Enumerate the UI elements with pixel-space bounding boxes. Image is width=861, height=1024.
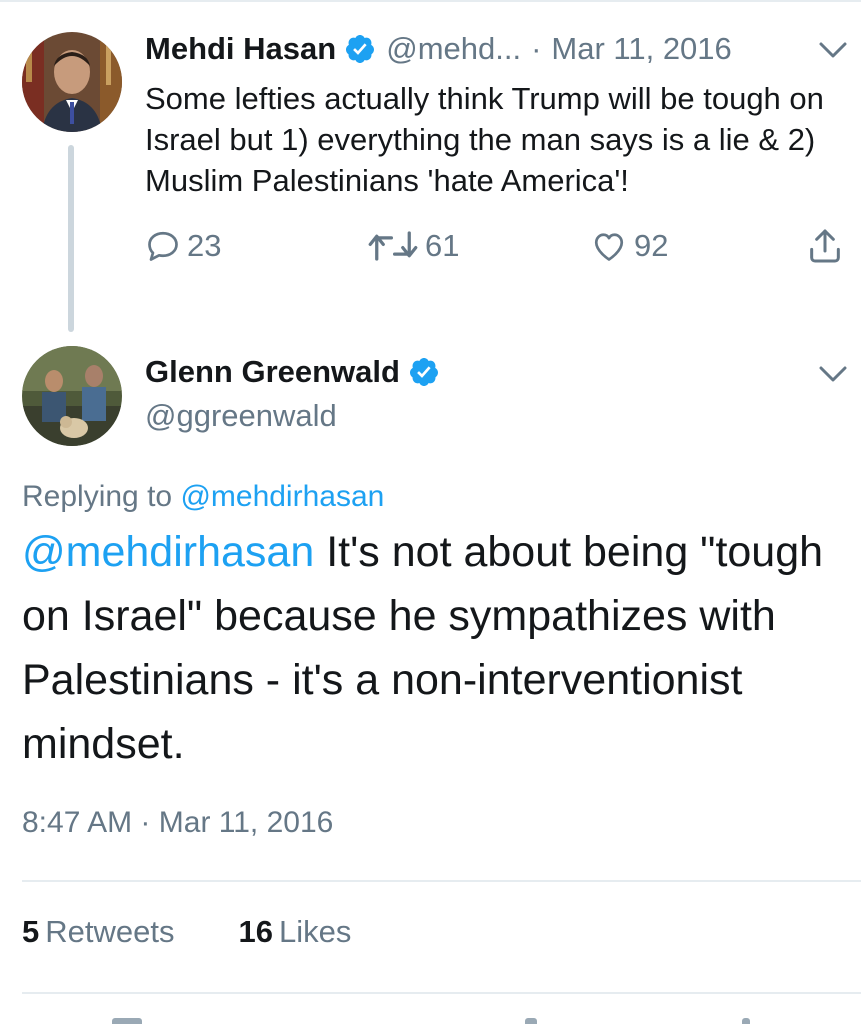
top-divider [0,0,861,2]
like-button[interactable]: 92 [590,226,668,266]
share-icon[interactable] [742,1018,750,1024]
tweet-date: Mar 11, 2016 [158,806,334,839]
mention-link[interactable]: @mehdirhasan [22,528,314,576]
tweet-text: Some lefties actually think Trump will b… [145,81,824,198]
divider [22,992,861,994]
reply-button[interactable]: 23 [145,226,221,266]
author-name[interactable]: Glenn Greenwald [145,354,400,390]
tweet-header: Mehdi Hasan @mehd... · Mar 11, 2016 [145,28,845,70]
tweet-text: @mehdirhasan It's not about being "tough… [22,520,852,776]
replying-to-link[interactable]: @mehdirhasan [180,480,384,513]
replying-to: Replying to @mehdirhasan [22,480,384,514]
thread-line [68,145,74,332]
reply-icon [148,231,178,261]
likes-count: 16 [238,914,273,949]
retweets-label: Retweets [45,914,175,949]
author-handle[interactable]: @ggreenwald [145,398,337,434]
likes-label: Likes [278,914,352,949]
tweet-timestamp[interactable]: 8:47 AM · Mar 11, 2016 [22,806,333,840]
chevron-down-icon[interactable] [818,364,848,384]
separator: · [531,31,542,66]
retweets-count: 5 [22,914,40,949]
retweets-stat[interactable]: 5 Retweets [22,914,174,950]
verified-icon [346,35,375,63]
tweet-date[interactable]: Mar 11, 2016 [551,31,731,67]
separator: · [140,806,151,839]
share-icon [810,229,840,263]
tweet-time: 8:47 AM [22,806,133,839]
like-icon[interactable] [525,1018,537,1024]
retweet-count: 61 [425,228,460,263]
share-button[interactable] [805,226,845,271]
reply-count: 23 [187,228,222,263]
divider [22,880,861,882]
verified-icon [409,358,438,386]
likes-stat[interactable]: 16 Likes [238,914,351,950]
like-count: 92 [634,228,669,263]
avatar[interactable] [22,32,122,132]
author-handle[interactable]: @mehd... [386,31,521,67]
tweet-stats: 5 Retweets 16 Likes [22,914,351,950]
chevron-down-icon[interactable] [818,40,848,60]
avatar[interactable] [22,346,122,446]
retweet-icon [368,231,418,261]
reply-icon[interactable] [112,1018,142,1024]
retweet-button[interactable]: 61 [367,226,459,266]
replying-prefix: Replying to [22,480,173,513]
like-icon [594,233,624,261]
tweet-header: Glenn Greenwald [145,354,440,390]
author-name[interactable]: Mehdi Hasan [145,31,336,67]
